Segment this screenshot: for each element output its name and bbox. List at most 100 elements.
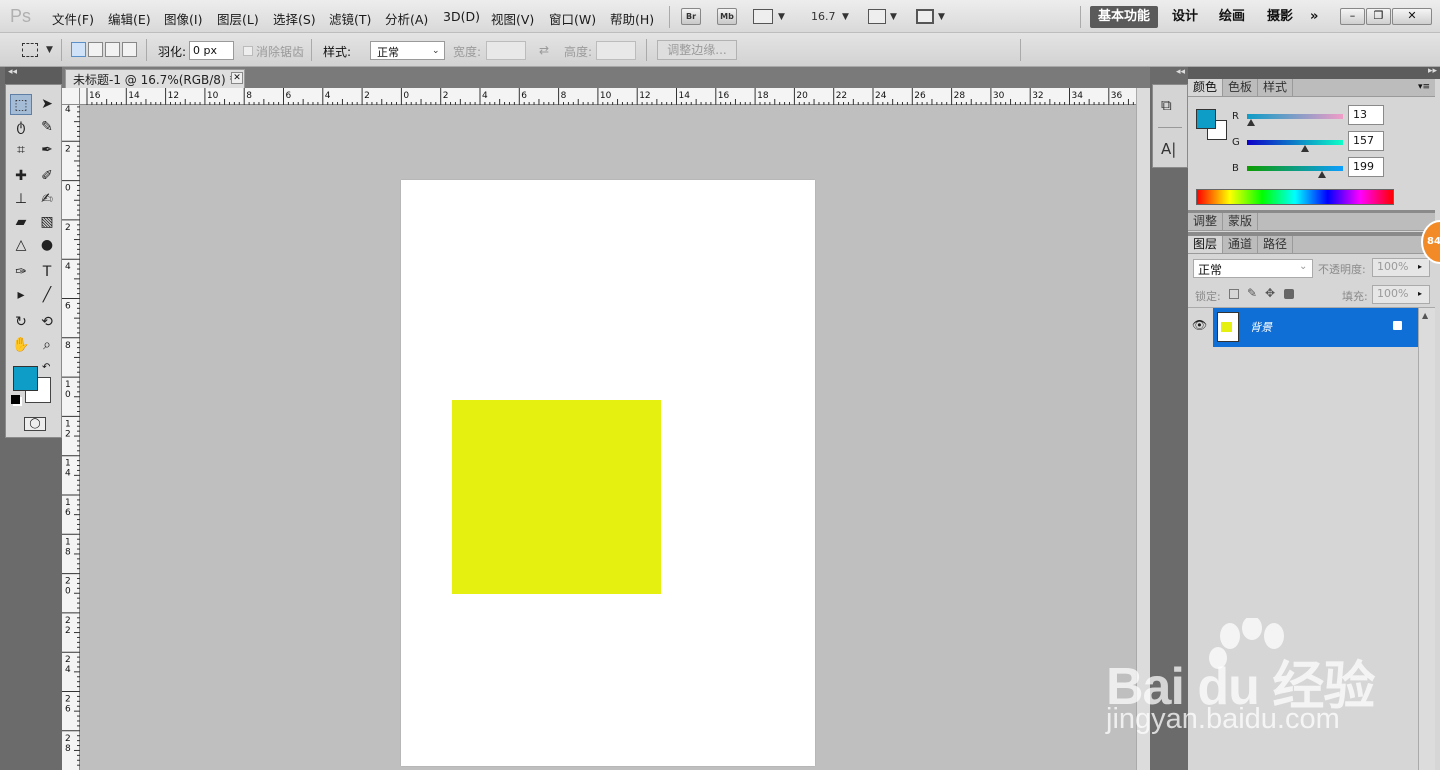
minimize-icon[interactable]: –	[1340, 8, 1365, 25]
refine-edge-button[interactable]: 调整边缘...	[657, 40, 737, 60]
zoom-level[interactable]: 16.7	[811, 10, 836, 23]
collapse-icon[interactable]: ◂◂	[8, 67, 17, 77]
ruler-origin[interactable]	[62, 88, 80, 105]
lock-all-icon[interactable]	[1284, 289, 1294, 299]
lasso-tool-icon[interactable]: ტ	[10, 117, 32, 138]
hand-tool-icon[interactable]: ✋	[10, 335, 32, 356]
3d-orbit-tool-icon[interactable]: ⟲	[36, 312, 58, 333]
bridge-button[interactable]: Br	[681, 8, 701, 25]
menu-analysis[interactable]: 分析(A)	[385, 9, 428, 28]
dodge-tool-icon[interactable]: ●	[36, 235, 58, 256]
workspace-essentials[interactable]: 基本功能	[1090, 6, 1159, 28]
history-brush-tool-icon[interactable]: ✍	[36, 189, 58, 210]
chevron-down-icon[interactable]: ⌄	[1299, 261, 1307, 272]
b-value-input[interactable]: 199	[1348, 157, 1384, 177]
minibridge-button[interactable]: Mb	[717, 8, 737, 25]
feather-input[interactable]: 0 px	[189, 41, 234, 60]
layer-name[interactable]: 背景	[1250, 319, 1272, 335]
swap-colors-icon[interactable]: ↶	[42, 362, 50, 373]
r-slider-thumb[interactable]	[1247, 119, 1255, 126]
chevron-down-icon[interactable]: ▼	[890, 12, 897, 22]
workspace-more-button[interactable]: »	[1302, 6, 1326, 28]
b-slider-thumb[interactable]	[1318, 171, 1326, 178]
blur-tool-icon[interactable]: △	[10, 235, 32, 256]
quick-mask-icon[interactable]: ◯	[24, 417, 46, 431]
chevron-down-icon[interactable]: ⌄	[432, 46, 440, 56]
chevron-down-icon[interactable]: ▼	[778, 12, 785, 22]
subtract-from-selection-icon[interactable]	[105, 42, 120, 57]
rectangular-marquee-tool-icon[interactable]: ⬚	[10, 94, 32, 115]
foreground-color-swatch[interactable]	[13, 366, 38, 391]
r-slider[interactable]	[1247, 114, 1343, 119]
default-colors-icon[interactable]	[11, 395, 20, 404]
visibility-eye-icon[interactable]: 👁	[1192, 318, 1207, 332]
menu-edit[interactable]: 编辑(E)	[108, 9, 151, 28]
3d-rotate-tool-icon[interactable]: ↻	[10, 312, 32, 333]
layer-row-background[interactable]	[1213, 308, 1418, 347]
chevron-down-icon[interactable]: ▼	[938, 12, 945, 22]
r-value-input[interactable]: 13	[1348, 105, 1384, 125]
swap-icon[interactable]: ⇄	[539, 43, 549, 57]
crop-tool-icon[interactable]: ⌗	[10, 140, 32, 161]
eyedropper-tool-icon[interactable]: ✒	[36, 140, 58, 161]
chevron-down-icon[interactable]: ▼	[46, 45, 53, 55]
b-slider[interactable]	[1247, 166, 1343, 171]
lock-pixels-icon[interactable]: ✎	[1247, 286, 1257, 300]
blend-mode-select[interactable]: 正常	[1193, 259, 1313, 278]
tab-adjustments[interactable]: 调整	[1188, 213, 1224, 230]
view-extras-icon[interactable]	[753, 9, 773, 24]
menu-window[interactable]: 窗口(W)	[549, 9, 596, 28]
document-tab[interactable]: 未标题-1 @ 16.7%(RGB/8) *	[65, 69, 245, 88]
add-to-selection-icon[interactable]	[88, 42, 103, 57]
menu-view[interactable]: 视图(V)	[491, 9, 534, 28]
menu-filter[interactable]: 滤镜(T)	[329, 9, 371, 28]
chevron-down-icon[interactable]: ▼	[842, 12, 849, 22]
panel-foreground-color[interactable]	[1196, 109, 1216, 129]
intersect-selection-icon[interactable]	[122, 42, 137, 57]
restore-icon[interactable]: ❐	[1366, 8, 1391, 25]
yellow-rectangle-shape[interactable]	[452, 400, 661, 594]
new-selection-icon[interactable]	[71, 42, 86, 57]
tab-masks[interactable]: 蒙版	[1223, 213, 1259, 230]
menu-3d[interactable]: 3D(D)	[443, 9, 480, 24]
close-icon[interactable]: ✕	[231, 72, 243, 84]
pen-tool-icon[interactable]: ✑	[10, 262, 32, 283]
quick-selection-tool-icon[interactable]: ✎	[36, 117, 58, 138]
menu-select[interactable]: 选择(S)	[273, 9, 316, 28]
gradient-tool-icon[interactable]: ▧	[36, 212, 58, 233]
horizontal-ruler[interactable]: 16 14 12 10 8 6 4 2 0 2 4 6 8 10 12 14 16 18 20 22 24 26 28 30 3…	[80, 88, 1136, 105]
menu-layer[interactable]: 图层(L)	[217, 9, 259, 28]
marquee-preset-icon[interactable]	[22, 43, 38, 57]
menu-image[interactable]: 图像(I)	[164, 9, 202, 28]
eraser-tool-icon[interactable]: ▰	[10, 212, 32, 233]
antialias-checkbox[interactable]	[243, 46, 253, 56]
brush-tool-icon[interactable]: ✐	[36, 166, 58, 187]
tab-styles[interactable]: 样式	[1258, 79, 1294, 96]
line-tool-icon[interactable]: ╱	[36, 285, 58, 306]
path-selection-tool-icon[interactable]: ▸	[10, 285, 32, 306]
workspace-design[interactable]: 设计	[1164, 6, 1206, 28]
tab-layers[interactable]: 图层	[1188, 236, 1224, 253]
screen-mode-icon[interactable]	[916, 9, 934, 24]
chevron-right-icon[interactable]: ▸	[1418, 262, 1422, 271]
tab-paths[interactable]: 路径	[1258, 236, 1294, 253]
menu-file[interactable]: 文件(F)	[52, 9, 94, 28]
arrange-documents-icon[interactable]	[868, 9, 886, 24]
chevron-right-icon[interactable]: ▸	[1418, 289, 1422, 298]
close-icon[interactable]: ✕	[1392, 8, 1432, 25]
workspace-painting[interactable]: 绘画	[1211, 6, 1253, 28]
g-slider[interactable]	[1247, 140, 1343, 145]
expand-icon[interactable]: ▸▸	[1428, 66, 1437, 76]
lock-position-icon[interactable]: ✥	[1265, 286, 1275, 300]
height-input[interactable]	[596, 41, 636, 60]
tab-color[interactable]: 颜色	[1188, 79, 1224, 96]
scroll-up-icon[interactable]: ▲	[1422, 311, 1428, 320]
collapse-icon[interactable]: ◂◂	[1176, 67, 1185, 77]
width-input[interactable]	[486, 41, 526, 60]
vertical-ruler[interactable]: 420246810121416182022242628	[62, 105, 80, 770]
spot-healing-tool-icon[interactable]: ✚	[10, 166, 32, 187]
tab-channels[interactable]: 通道	[1223, 236, 1259, 253]
lock-transparent-icon[interactable]	[1229, 289, 1239, 299]
toolbox-header[interactable]: ◂◂	[5, 67, 62, 84]
type-tool-icon[interactable]: T	[36, 262, 58, 283]
